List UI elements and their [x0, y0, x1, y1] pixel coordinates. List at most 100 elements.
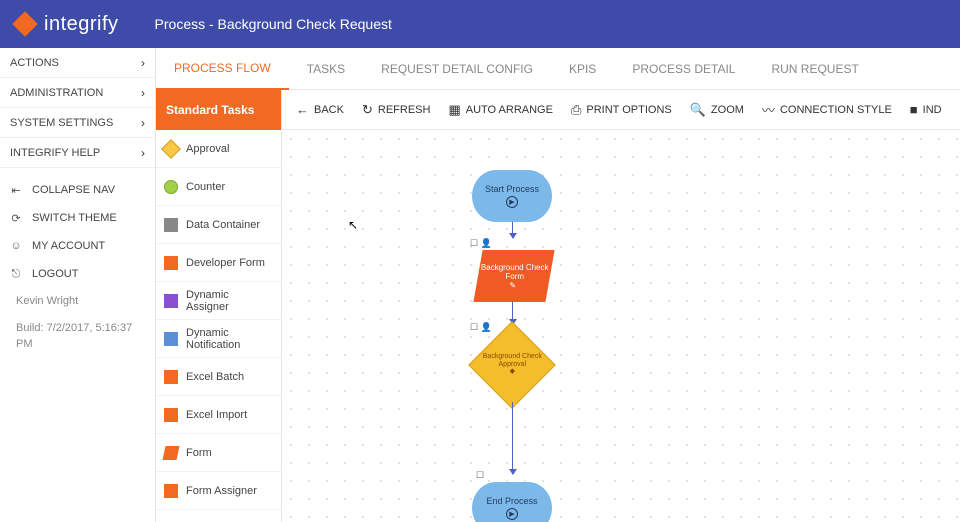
- task-item-excel-batch[interactable]: Excel Batch: [156, 358, 281, 396]
- tab-run-request[interactable]: RUN REQUEST: [753, 48, 876, 90]
- refresh-button[interactable]: ↻ REFRESH: [354, 98, 438, 122]
- refresh-icon: ↻: [362, 102, 373, 118]
- counter-icon: [164, 180, 178, 194]
- node-label: Background Check Approval: [482, 353, 541, 368]
- blue-icon: [164, 332, 178, 346]
- node-action-icons[interactable]: ☐ 👤: [470, 322, 492, 333]
- brand-logo[interactable]: integrify: [16, 13, 119, 36]
- tab-request-detail-config[interactable]: REQUEST DETAIL CONFIG: [363, 48, 551, 90]
- orange-icon: [164, 484, 178, 498]
- work-area: Standard Tasks Approval Counter Data Conta…: [156, 90, 960, 522]
- background-check-form-node[interactable]: Background Check Form ✎: [473, 250, 554, 302]
- node-action-icons[interactable]: ☐ 👤: [470, 238, 492, 249]
- tab-process-detail[interactable]: PROCESS DETAIL: [614, 48, 753, 90]
- task-item-label: Approval: [186, 143, 229, 155]
- task-item-label: Counter: [186, 181, 225, 193]
- background-check-approval-node[interactable]: Background Check Approval ◆: [468, 321, 556, 409]
- flow-arrow: [512, 402, 513, 474]
- tab-tasks[interactable]: TASKS: [289, 48, 363, 90]
- task-item-form-assigner[interactable]: Form Assigner: [156, 472, 281, 510]
- cursor-icon: ↖: [348, 218, 358, 232]
- tasks-palette: Standard Tasks Approval Counter Data Conta…: [156, 90, 282, 522]
- task-item-label: Excel Batch: [186, 371, 244, 383]
- process-flow-canvas[interactable]: Start Process ▶ ☐ 👤 Background Check For…: [282, 130, 960, 522]
- task-item-dynamic-notification[interactable]: Dynamic Notification: [156, 320, 281, 358]
- orange-icon: [164, 256, 178, 270]
- start-process-node[interactable]: Start Process ▶: [472, 170, 552, 222]
- util-label: LOGOUT: [32, 268, 78, 280]
- collapse-nav-button[interactable]: ⇤ COLLAPSE NAV: [0, 176, 155, 204]
- toolbar-label: IND: [923, 104, 942, 116]
- data-icon: [164, 218, 178, 232]
- approval-icon: ◆: [509, 369, 514, 376]
- end-process-node[interactable]: End Process ▶: [472, 482, 552, 522]
- tasks-palette-header[interactable]: Standard Tasks: [156, 90, 281, 130]
- build-info: Build: 7/2/2017, 5:16:37 PM: [0, 315, 155, 358]
- task-item-developer-form[interactable]: Developer Form: [156, 244, 281, 282]
- util-label: COLLAPSE NAV: [32, 184, 115, 196]
- nav-label: SYSTEM SETTINGS: [10, 117, 113, 129]
- task-item-data-container[interactable]: Data Container: [156, 206, 281, 244]
- left-navigation: ACTIONS › ADMINISTRATION › SYSTEM SETTIN…: [0, 48, 156, 522]
- theme-icon: ⟳: [8, 212, 24, 225]
- node-label: Start Process: [485, 184, 539, 194]
- switch-theme-button[interactable]: ⟳ SWITCH THEME: [0, 204, 155, 232]
- nav-label: ACTIONS: [10, 57, 59, 69]
- task-item-form[interactable]: Form: [156, 434, 281, 472]
- util-label: MY ACCOUNT: [32, 240, 105, 252]
- task-item-approval[interactable]: Approval: [156, 130, 281, 168]
- orange-icon: [164, 370, 178, 384]
- canvas-container: ←BACK ↻ REFRESH ▦AUTO ARRANGE ⎙PRINT OPTI…: [282, 90, 960, 522]
- chevron-right-icon: ›: [141, 56, 145, 70]
- connection-icon: 〰: [762, 100, 775, 119]
- main-layout: ACTIONS › ADMINISTRATION › SYSTEM SETTIN…: [0, 48, 960, 522]
- logout-button[interactable]: ⎋ LOGOUT: [0, 260, 155, 288]
- toolbar-label: ZOOM: [711, 104, 744, 116]
- flow-arrow: [512, 222, 513, 238]
- collapse-icon: ⇤: [8, 184, 24, 197]
- indicators-button[interactable]: ■IND: [902, 98, 950, 121]
- toolbar-label: BACK: [314, 104, 344, 116]
- my-account-button[interactable]: ☺ MY ACCOUNT: [0, 232, 155, 260]
- task-item-label: Form: [186, 447, 212, 459]
- logo-mark-icon: [12, 11, 37, 36]
- logout-icon: ⎋: [8, 268, 24, 281]
- task-item-dynamic-assigner[interactable]: Dynamic Assigner: [156, 282, 281, 320]
- process-tabs: PROCESS FLOW TASKS REQUEST DETAIL CONFIG…: [156, 48, 960, 90]
- task-item-label: Excel Import: [186, 409, 247, 421]
- print-options-button[interactable]: ⎙PRINT OPTIONS: [563, 98, 680, 122]
- zoom-button[interactable]: 🔍 ZOOM: [682, 98, 752, 122]
- chevron-right-icon: ›: [141, 146, 145, 160]
- page-title: Process - Background Check Request: [155, 16, 392, 32]
- brand-name: integrify: [44, 13, 119, 36]
- auto-arrange-button[interactable]: ▦AUTO ARRANGE: [440, 98, 561, 122]
- play-icon: ▶: [506, 508, 518, 520]
- nav-actions[interactable]: ACTIONS ›: [0, 48, 155, 78]
- node-label: End Process: [486, 496, 537, 506]
- form-icon: [163, 446, 180, 460]
- back-button[interactable]: ←BACK: [288, 98, 352, 121]
- task-item-counter[interactable]: Counter: [156, 168, 281, 206]
- task-item-excel-import[interactable]: Excel Import: [156, 396, 281, 434]
- play-icon: ▶: [506, 196, 518, 208]
- nav-system-settings[interactable]: SYSTEM SETTINGS ›: [0, 108, 155, 138]
- task-item-label: Developer Form: [186, 257, 265, 269]
- task-item-label: Form Assigner: [186, 485, 257, 497]
- zoom-icon: 🔍: [690, 102, 706, 118]
- toolbar-label: CONNECTION STYLE: [780, 104, 892, 116]
- tab-process-flow[interactable]: PROCESS FLOW: [156, 48, 289, 90]
- toolbar-label: REFRESH: [378, 104, 431, 116]
- node-action-icons[interactable]: ☐: [476, 470, 484, 481]
- connection-style-button[interactable]: 〰 CONNECTION STYLE: [754, 96, 900, 123]
- chevron-right-icon: ›: [141, 86, 145, 100]
- task-item-ftp-push[interactable]: FTP Push: [156, 510, 281, 522]
- current-user: Kevin Wright: [0, 288, 155, 315]
- nav-administration[interactable]: ADMINISTRATION ›: [0, 78, 155, 108]
- print-icon: ⎙: [571, 102, 581, 118]
- orange-icon: [164, 408, 178, 422]
- tab-kpis[interactable]: KPIS: [551, 48, 614, 90]
- task-item-label: Dynamic Assigner: [186, 289, 273, 313]
- nav-integrify-help[interactable]: INTEGRIFY HELP ›: [0, 138, 155, 168]
- nav-label: INTEGRIFY HELP: [10, 147, 100, 159]
- content-area: PROCESS FLOW TASKS REQUEST DETAIL CONFIG…: [156, 48, 960, 522]
